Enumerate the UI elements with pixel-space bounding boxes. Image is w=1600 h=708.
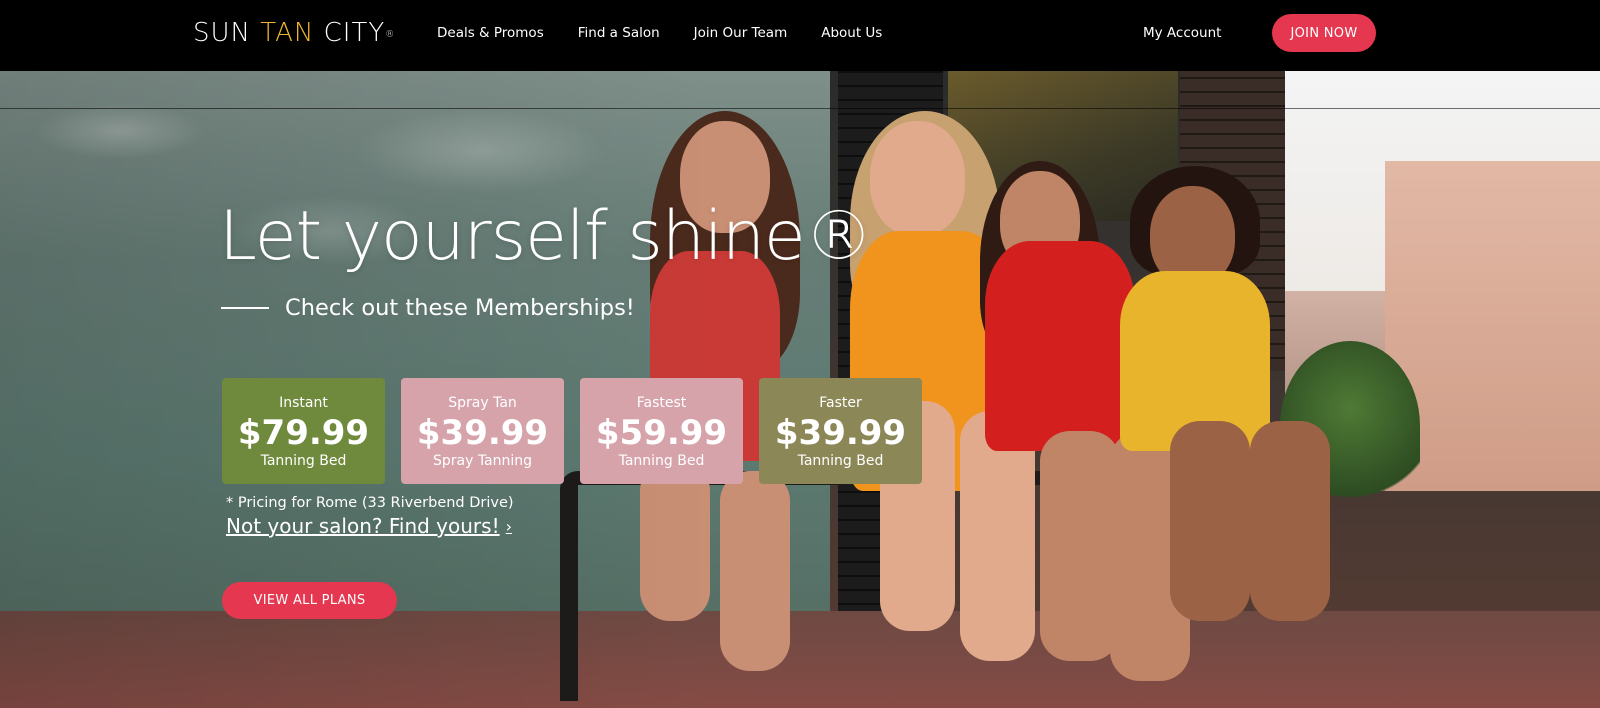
card-service-type: Tanning Bed	[260, 453, 347, 469]
join-now-button[interactable]: JOIN NOW	[1272, 14, 1376, 52]
subheading-accent-line	[221, 307, 269, 309]
chevron-right-icon: ›	[505, 516, 512, 536]
card-plan-name: Fastest	[636, 395, 687, 411]
hero-divider-line	[0, 108, 1600, 109]
nav-about-us[interactable]: About Us	[821, 25, 882, 41]
sun-tan-city-logo[interactable]: SUN TAN CITY®	[193, 18, 395, 48]
membership-card-faster[interactable]: Faster $39.99 Tanning Bed	[759, 378, 922, 484]
membership-card-instant[interactable]: Instant $79.99 Tanning Bed	[222, 378, 385, 484]
card-price: $59.99	[595, 413, 728, 453]
main-nav: Deals & Promos Find a Salon Join Our Tea…	[437, 0, 916, 66]
logo-registered-mark: ®	[385, 30, 396, 40]
logo-word-sun: SUN	[193, 18, 261, 48]
nav-join-our-team[interactable]: Join Our Team	[694, 25, 788, 41]
nav-deals-promos[interactable]: Deals & Promos	[437, 25, 544, 41]
card-plan-name: Instant	[279, 395, 328, 411]
logo-word-city: CITY	[314, 18, 386, 48]
card-service-type: Tanning Bed	[797, 453, 884, 469]
view-all-plans-button[interactable]: VIEW ALL PLANS	[222, 582, 397, 619]
hero-headline: Let yourself shine®	[219, 197, 873, 276]
nav-find-a-salon[interactable]: Find a Salon	[578, 25, 660, 41]
memberships-subheading: Check out these Memberships!	[221, 295, 635, 321]
site-header: SUN TAN CITY® Deals & Promos Find a Salo…	[0, 0, 1600, 71]
card-plan-name: Faster	[819, 395, 862, 411]
find-salon-text: Not your salon? Find yours!	[226, 514, 500, 538]
my-account-link[interactable]: My Account	[1143, 25, 1221, 41]
card-service-type: Tanning Bed	[618, 453, 705, 469]
logo-word-tan: TAN	[260, 18, 315, 48]
card-price: $39.99	[774, 413, 907, 453]
card-plan-name: Spray Tan	[448, 395, 517, 411]
card-service-type: Spray Tanning	[432, 453, 533, 469]
membership-card-spray-tan[interactable]: Spray Tan $39.99 Spray Tanning	[401, 378, 564, 484]
pricing-location-note: * Pricing for Rome (33 Riverbend Drive)	[226, 495, 514, 511]
membership-card-fastest[interactable]: Fastest $59.99 Tanning Bed	[580, 378, 743, 484]
card-price: $39.99	[416, 413, 549, 453]
find-your-salon-link[interactable]: Not your salon? Find yours! ›	[226, 514, 512, 538]
hero-banner: Let yourself shine® Check out these Memb…	[0, 71, 1600, 708]
card-price: $79.99	[237, 413, 370, 453]
membership-cards: Instant $79.99 Tanning Bed Spray Tan $39…	[222, 378, 938, 484]
subheading-text: Check out these Memberships!	[285, 295, 635, 321]
